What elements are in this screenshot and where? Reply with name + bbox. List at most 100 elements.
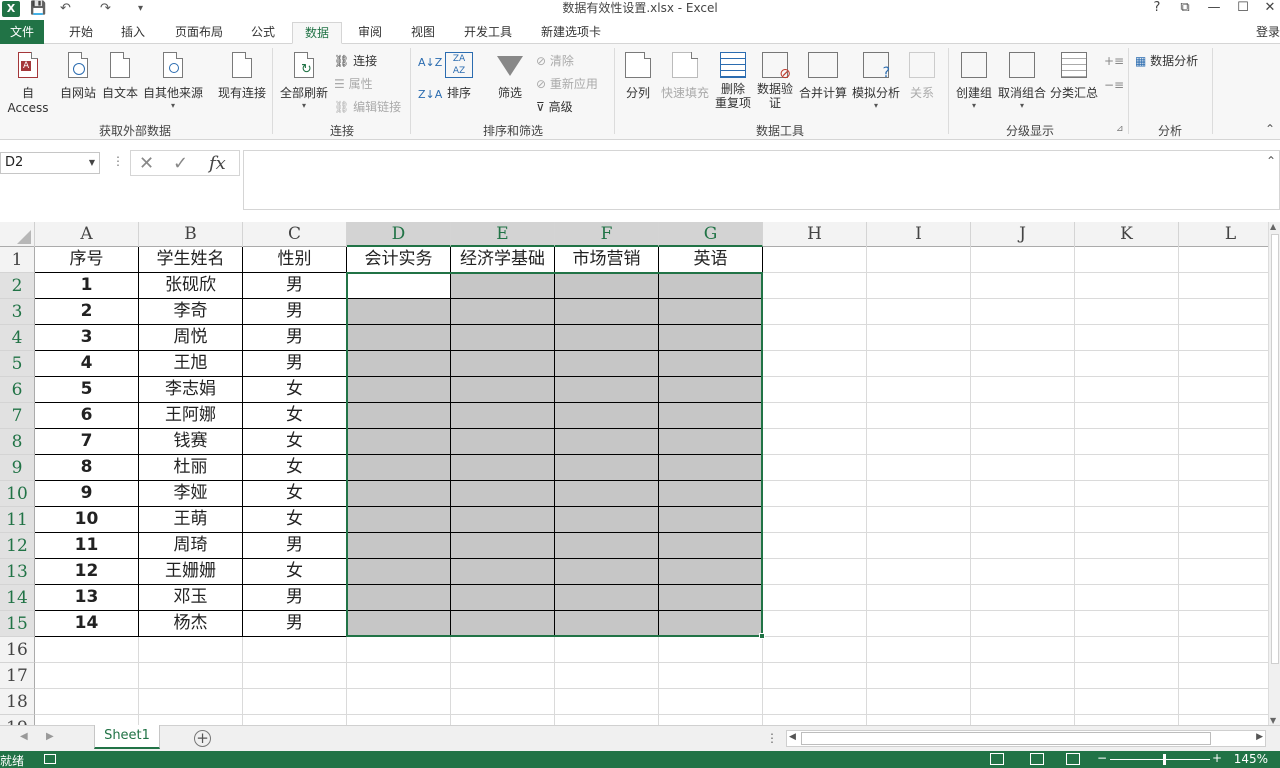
cell[interactable] — [1075, 273, 1179, 299]
cell[interactable] — [243, 663, 347, 689]
column-header-k[interactable]: K — [1075, 222, 1179, 247]
next-sheet-icon[interactable]: ▶ — [46, 731, 54, 742]
cell[interactable] — [867, 273, 971, 299]
scroll-down-icon[interactable]: ▼ — [1270, 716, 1276, 725]
table-cell[interactable]: 12 — [35, 559, 139, 585]
redo-icon[interactable]: ↷ — [100, 0, 111, 20]
table-cell[interactable] — [659, 455, 763, 481]
cell[interactable] — [763, 585, 867, 611]
cell[interactable] — [763, 663, 867, 689]
cell[interactable] — [1075, 403, 1179, 429]
cell[interactable] — [1179, 689, 1268, 715]
collapse-formula-bar-icon[interactable]: ⌃ — [1266, 154, 1276, 168]
cell[interactable] — [1075, 637, 1179, 663]
cell[interactable] — [1075, 481, 1179, 507]
table-cell[interactable] — [347, 455, 451, 481]
cell[interactable] — [659, 715, 763, 725]
formula-input[interactable] — [243, 150, 1280, 210]
from-access-button[interactable]: A 自 Access — [0, 52, 56, 115]
table-cell[interactable]: 13 — [35, 585, 139, 611]
cancel-icon[interactable]: ✕ — [139, 153, 154, 174]
properties-button[interactable]: ☰ 属性 — [334, 75, 373, 92]
cell[interactable] — [867, 299, 971, 325]
enter-icon[interactable]: ✓ — [173, 153, 188, 174]
table-cell[interactable] — [451, 403, 555, 429]
worksheet-grid[interactable]: ABCDEFGHIJKL 1 2 3 4 5 6 7 8 9 10 11 12 13 14 15 16 17 18… — [0, 222, 1268, 725]
table-cell[interactable]: 11 — [35, 533, 139, 559]
table-cell[interactable] — [347, 351, 451, 377]
cell[interactable] — [1075, 663, 1179, 689]
cell[interactable] — [867, 533, 971, 559]
cell[interactable] — [763, 247, 867, 273]
page-layout-view-icon[interactable] — [1030, 753, 1044, 765]
table-cell[interactable] — [659, 611, 763, 637]
cell[interactable] — [139, 663, 243, 689]
table-cell[interactable]: 男 — [243, 273, 347, 299]
table-cell[interactable] — [555, 455, 659, 481]
row-header-5[interactable]: 5 — [0, 351, 35, 377]
cell[interactable] — [971, 351, 1075, 377]
filter-button[interactable]: 筛选 — [490, 52, 530, 101]
zoom-level[interactable]: 145% — [1234, 752, 1268, 766]
sheet-tab-sheet1[interactable]: Sheet1 — [94, 725, 160, 749]
cell[interactable] — [1179, 377, 1268, 403]
connections-button[interactable]: ⛓ 连接 — [334, 52, 377, 69]
cell[interactable] — [971, 689, 1075, 715]
tab-view[interactable]: 视图 — [400, 22, 446, 44]
maximize-button[interactable]: ☐ — [1229, 0, 1257, 18]
table-cell[interactable]: 14 — [35, 611, 139, 637]
table-cell[interactable]: 男 — [243, 533, 347, 559]
table-cell[interactable]: 男 — [243, 585, 347, 611]
sort-ascending-icon[interactable]: A↓Z — [418, 56, 442, 69]
active-cell[interactable] — [347, 273, 451, 299]
row-header-17[interactable]: 17 — [0, 663, 35, 689]
minimize-button[interactable]: — — [1200, 0, 1228, 18]
column-header-b[interactable]: B — [139, 222, 243, 247]
scroll-thumb[interactable] — [1271, 234, 1279, 664]
table-cell[interactable] — [555, 325, 659, 351]
hide-detail-icon[interactable]: −≡ — [1104, 78, 1124, 92]
login-link[interactable]: 登录 — [1256, 23, 1280, 40]
row-header-8[interactable]: 8 — [0, 429, 35, 455]
cell[interactable] — [1075, 585, 1179, 611]
row-header-19[interactable]: 19 — [0, 715, 35, 725]
column-header-f[interactable]: F — [555, 222, 659, 247]
table-cell[interactable] — [659, 377, 763, 403]
tab-home[interactable]: 开始 — [58, 22, 104, 44]
table-cell[interactable]: 7 — [35, 429, 139, 455]
row-header-3[interactable]: 3 — [0, 299, 35, 325]
cell[interactable] — [971, 611, 1075, 637]
horizontal-scrollbar[interactable]: ◀ ▶ — [786, 730, 1266, 747]
table-cell[interactable] — [451, 351, 555, 377]
cell[interactable] — [347, 637, 451, 663]
cell[interactable] — [867, 481, 971, 507]
text-to-columns-button[interactable]: 分列 — [618, 52, 658, 101]
cell[interactable] — [1179, 247, 1268, 273]
cell[interactable] — [1075, 377, 1179, 403]
table-cell[interactable] — [555, 273, 659, 299]
table-header-cell[interactable]: 性别 — [243, 247, 347, 273]
row-header-6[interactable]: 6 — [0, 377, 35, 403]
scroll-up-icon[interactable]: ▲ — [1270, 222, 1276, 231]
table-cell[interactable] — [555, 507, 659, 533]
table-cell[interactable] — [555, 585, 659, 611]
cell[interactable] — [35, 715, 139, 725]
cell[interactable] — [971, 403, 1075, 429]
name-box[interactable]: D2 ▼ — [0, 152, 100, 174]
table-cell[interactable]: 张砚欣 — [139, 273, 243, 299]
cell[interactable] — [35, 637, 139, 663]
table-cell[interactable]: 杜丽 — [139, 455, 243, 481]
table-header-cell[interactable]: 英语 — [659, 247, 763, 273]
table-cell[interactable]: 男 — [243, 299, 347, 325]
table-cell[interactable] — [659, 351, 763, 377]
column-header-j[interactable]: J — [971, 222, 1075, 247]
table-cell[interactable] — [451, 533, 555, 559]
table-header-cell[interactable]: 学生姓名 — [139, 247, 243, 273]
cell[interactable] — [555, 689, 659, 715]
tab-formulas[interactable]: 公式 — [240, 22, 286, 44]
table-cell[interactable] — [451, 455, 555, 481]
cell[interactable] — [971, 559, 1075, 585]
tab-file[interactable]: 文件 — [0, 20, 44, 44]
cell[interactable] — [35, 689, 139, 715]
table-cell[interactable] — [659, 507, 763, 533]
